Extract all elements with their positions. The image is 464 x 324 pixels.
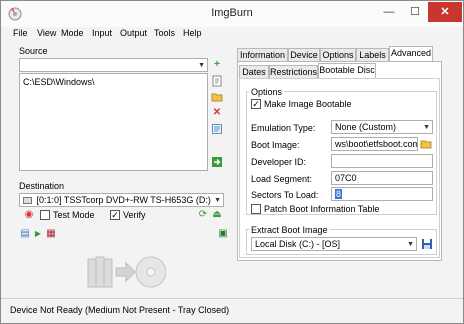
chevron-down-icon: ▼ — [407, 241, 414, 248]
build-button[interactable] — [86, 251, 167, 291]
patch-boot-table-label: Patch Boot Information Table — [264, 204, 380, 214]
browse-file-icon[interactable] — [211, 75, 223, 87]
log-window-icon[interactable]: ▤ — [19, 228, 31, 240]
verify-checkbox[interactable]: ✓ — [110, 210, 120, 220]
build-graphic-icon — [87, 256, 167, 288]
emulation-type-dropdown[interactable]: None (Custom) ▼ — [331, 120, 433, 134]
options-group-label: Options — [249, 87, 285, 97]
tab-dates[interactable]: Dates — [239, 65, 269, 79]
title-bar: ImgBurn — ☐ ✕ — [1, 1, 463, 27]
patch-boot-table-checkbox[interactable] — [251, 204, 261, 214]
sectors-to-load-field[interactable]: 8 — [331, 187, 433, 201]
drive-icon — [23, 197, 32, 205]
minimize-button[interactable]: — — [377, 2, 401, 22]
graph-icon[interactable]: ▦ — [45, 228, 57, 240]
close-button[interactable]: ✕ — [428, 2, 462, 22]
boot-image-field[interactable]: ws\boot\etfsboot.com — [331, 137, 418, 151]
tab-advanced[interactable]: Advanced — [389, 46, 433, 62]
save-icon[interactable] — [421, 238, 433, 250]
tab-labels[interactable]: Labels — [356, 48, 389, 62]
test-mode-label: Test Mode — [53, 210, 95, 220]
chevron-down-icon: ▼ — [214, 197, 221, 204]
build-go-icon[interactable] — [211, 156, 223, 168]
maximize-button[interactable]: ☐ — [403, 2, 427, 22]
chevron-down-icon: ▼ — [423, 124, 430, 131]
chevron-down-icon: ▼ — [198, 62, 205, 69]
emulation-type-value: None (Custom) — [335, 122, 397, 132]
erase-disc-icon[interactable]: ◉ — [23, 209, 35, 221]
menu-tools[interactable]: Tools — [154, 28, 175, 38]
source-dropdown[interactable]: ▼ — [19, 58, 208, 72]
source-label: Source — [19, 46, 48, 56]
monitor-icon[interactable]: ▣ — [217, 228, 229, 240]
developer-id-field[interactable] — [331, 154, 433, 168]
tab-bootable-disc[interactable]: Bootable Disc — [318, 63, 376, 79]
extract-drive-value: Local Disk (C:) - [OS] — [255, 239, 341, 249]
extract-drive-dropdown[interactable]: Local Disk (C:) - [OS] ▼ — [251, 237, 417, 251]
tab-options[interactable]: Options — [320, 48, 356, 62]
load-segment-label: Load Segment: — [251, 174, 313, 184]
tab-restrictions[interactable]: Restrictions — [269, 65, 318, 79]
folder-icon[interactable] — [211, 91, 223, 103]
destination-drive-value: [0:1:0] TSSTcorp DVD+-RW TS-H653G (D:) — [36, 195, 211, 205]
menu-input[interactable]: Input — [92, 28, 112, 38]
emulation-type-label: Emulation Type: — [251, 123, 316, 133]
menu-mode[interactable]: Mode — [61, 28, 84, 38]
menu-help[interactable]: Help — [183, 28, 202, 38]
make-bootable-checkbox[interactable]: ✓ — [251, 99, 261, 109]
play-icon[interactable]: ▶ — [32, 228, 44, 240]
imgburn-window: ImgBurn — ☐ ✕ File View Mode Input Outpu… — [0, 0, 464, 324]
status-text: Device Not Ready (Medium Not Present - T… — [10, 305, 230, 315]
destination-drive-dropdown[interactable]: [0:1:0] TSSTcorp DVD+-RW TS-H653G (D:) ▼ — [19, 193, 224, 207]
menu-file[interactable]: File — [13, 28, 28, 38]
menu-view[interactable]: View — [37, 28, 56, 38]
add-file-icon[interactable]: + — [211, 59, 223, 71]
extract-boot-image-label: Extract Boot Image — [249, 225, 330, 235]
sectors-to-load-label: Sectors To Load: — [251, 190, 319, 200]
developer-id-label: Developer ID: — [251, 157, 307, 167]
eject-icon[interactable]: ⏏ — [211, 209, 223, 221]
browse-folder-icon[interactable] — [420, 138, 432, 150]
verify-label: Verify — [123, 210, 146, 220]
boot-image-label: Boot Image: — [251, 140, 300, 150]
status-bar: Device Not Ready (Medium Not Present - T… — [1, 298, 463, 323]
load-segment-field[interactable]: 07C0 — [331, 171, 433, 185]
destination-label: Destination — [19, 181, 65, 191]
tab-device[interactable]: Device — [288, 48, 320, 62]
test-mode-checkbox[interactable] — [40, 210, 50, 220]
properties-icon[interactable] — [211, 123, 223, 135]
refresh-drive-icon[interactable]: ⟳ — [197, 209, 209, 221]
sectors-to-load-value: 8 — [335, 189, 343, 199]
source-file-list[interactable]: C:\ESD\Windows\ — [19, 73, 208, 171]
menu-bar: File View Mode Input Output Tools Help — [1, 27, 463, 41]
remove-icon[interactable]: ✕ — [211, 107, 223, 119]
menu-output[interactable]: Output — [120, 28, 147, 38]
make-bootable-label: Make Image Bootable — [264, 99, 352, 109]
list-item[interactable]: C:\ESD\Windows\ — [23, 77, 95, 87]
tab-information[interactable]: Information — [237, 48, 288, 62]
